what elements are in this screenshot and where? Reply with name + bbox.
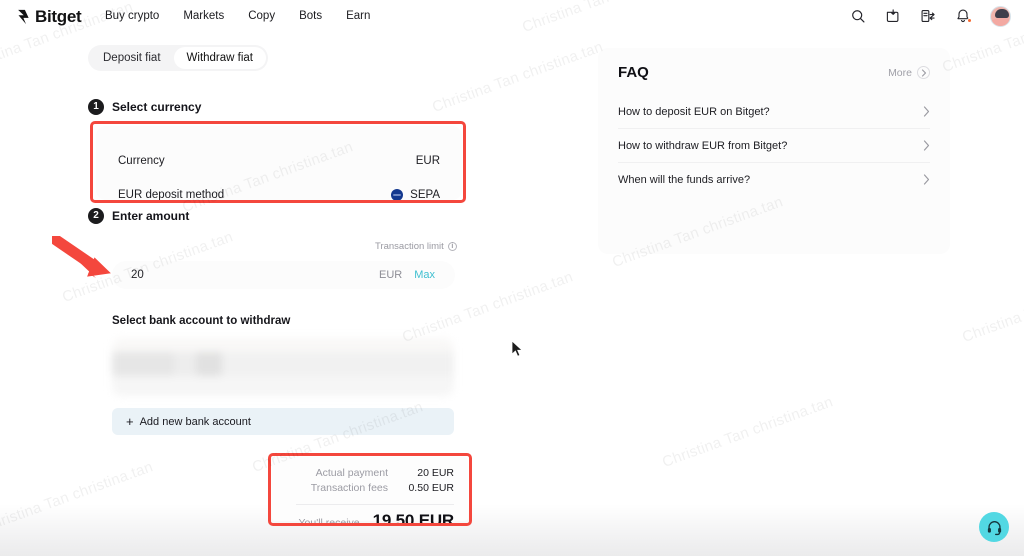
search-icon[interactable] [850,8,866,24]
orders-icon[interactable] [920,8,936,24]
avatar[interactable] [990,5,1011,27]
transaction-fees-label: Transaction fees [310,482,388,494]
actual-payment-row: Actual payment 20 EUR [272,467,454,482]
chevron-right-icon [923,106,930,117]
deposit-method-row[interactable]: EUR deposit method SEPA [96,178,462,212]
you-will-receive-label: You'll receive [298,517,360,529]
tab-deposit-fiat[interactable]: Deposit fiat [90,47,174,69]
watermark: Christina Tan christina.tan [960,268,1024,346]
redacted-block [112,376,454,396]
currency-label: Currency [118,155,165,167]
faq-header: FAQ More [598,48,950,81]
summary-divider [296,504,454,505]
faq-more-label: More [888,66,912,79]
fiat-mode-tabs: Deposit fiat Withdraw fiat [88,45,268,71]
you-will-receive-row: You'll receive 19.50 EUR [272,511,454,531]
nav-item-earn[interactable]: Earn [346,10,370,22]
brand-name: Bitget [35,7,82,26]
faq-question: When will the funds arrive? [618,173,751,186]
redacted-block [222,352,454,376]
tab-withdraw-fiat[interactable]: Withdraw fiat [173,47,266,69]
support-button[interactable] [979,512,1009,542]
faq-item-withdraw[interactable]: How to withdraw EUR from Bitget? [618,129,930,162]
bank-section-label: Select bank account to withdraw [112,315,291,327]
sepa-icon [391,189,404,201]
transaction-limit-label: Transaction limit [375,241,444,252]
transaction-limit[interactable]: Transaction limit i [375,241,457,252]
currency-row[interactable]: Currency EUR [96,144,462,178]
main-nav: Buy crypto Markets Copy Bots Earn [105,0,370,32]
currency-value: EUR [415,155,440,167]
amount-input[interactable]: 20 EUR Max [112,261,455,289]
add-new-bank-account-button[interactable]: + Add new bank account [112,408,454,435]
faq-panel: FAQ More How to deposit EUR on Bitget? H [598,48,950,254]
nav-item-bots[interactable]: Bots [299,10,322,22]
add-new-bank-account-label: Add new bank account [139,415,251,428]
bitget-logo[interactable]: Bitget [14,7,82,27]
transaction-fees-value: 0.50 EUR [408,482,454,494]
step-2-badge: 2 [88,208,104,224]
chevron-right-icon [923,174,930,185]
redacted-block [174,352,196,376]
faq-item-funds-arrive[interactable]: When will the funds arrive? [618,163,930,196]
header-icon-group [850,0,1011,32]
mouse-cursor [511,340,524,357]
wallet-icon[interactable] [885,8,901,24]
bitget-mark-icon [18,9,29,25]
chevron-right-circle-icon [917,66,930,79]
support-headset-icon [987,520,1001,535]
faq-question: How to withdraw EUR from Bitget? [618,139,788,152]
bottom-gradient-overlay [0,504,1024,556]
step-1-badge: 1 [88,99,104,115]
amount-value[interactable]: 20 [131,269,144,281]
nav-item-copy[interactable]: Copy [248,10,275,22]
faq-more-button[interactable]: More [888,66,930,79]
page-root: Christina Tan christina.tan Christina Ta… [0,0,1024,556]
step-1-title: Select currency [112,100,202,114]
faq-item-deposit[interactable]: How to deposit EUR on Bitget? [618,95,930,128]
watermark: Christina Tan christina.tan [660,393,836,471]
transaction-fees-row: Transaction fees 0.50 EUR [272,482,454,497]
faq-list: How to deposit EUR on Bitget? How to wit… [598,95,950,196]
redacted-block [112,352,174,376]
watermark: Christina Tan christina.tan [430,38,606,116]
nav-item-buy-crypto[interactable]: Buy crypto [105,10,159,22]
faq-title: FAQ [618,64,649,81]
notification-dot [967,18,972,23]
bell-icon[interactable] [955,8,972,24]
redacted-block [196,352,222,376]
top-navigation-bar: Bitget Buy crypto Markets Copy Bots Earn [0,0,1024,32]
redacted-block [112,338,454,352]
deposit-method-label: EUR deposit method [118,189,225,201]
currency-card: Currency EUR EUR deposit method SEPA [96,126,462,201]
step-2-header: 2 Enter amount [88,208,189,224]
faq-question: How to deposit EUR on Bitget? [618,105,770,118]
actual-payment-value: 20 EUR [417,467,454,479]
amount-suffix: EUR Max [379,269,435,281]
max-button[interactable]: Max [414,269,435,281]
nav-item-markets[interactable]: Markets [183,10,224,22]
chevron-right-icon [923,140,930,151]
actual-payment-label: Actual payment [315,467,388,479]
deposit-method-value-wrap: SEPA [391,189,440,201]
plus-icon: + [126,414,134,429]
deposit-method-value: SEPA [410,189,440,201]
bank-account-card[interactable] [112,338,454,396]
amount-currency: EUR [378,269,403,281]
you-will-receive-value: 19.50 EUR [372,511,455,530]
step-2-title: Enter amount [112,209,190,223]
info-icon[interactable]: i [447,242,457,251]
payment-summary: Actual payment 20 EUR Transaction fees 0… [272,457,468,530]
step-1-header: 1 Select currency [88,99,201,115]
